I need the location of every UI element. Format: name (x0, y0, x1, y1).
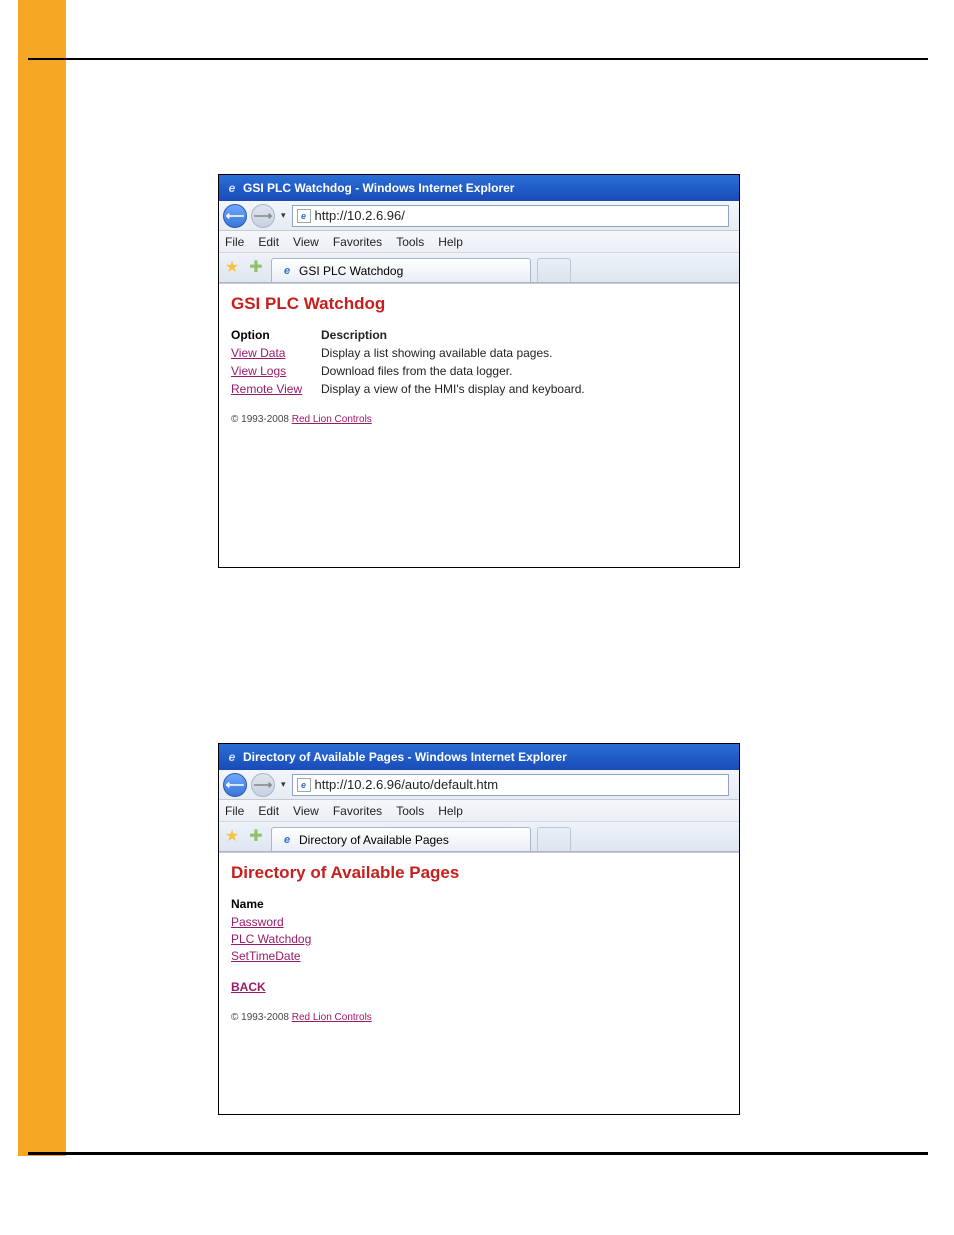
favorites-star-icon[interactable]: ★ (223, 258, 241, 276)
menu-bar: File Edit View Favorites Tools Help (219, 800, 739, 822)
menu-view[interactable]: View (293, 235, 319, 249)
desc-view-data: Display a list showing available data pa… (321, 346, 727, 360)
active-tab[interactable]: e GSI PLC Watchdog (271, 258, 531, 282)
menu-bar: File Edit View Favorites Tools Help (219, 231, 739, 253)
menu-edit[interactable]: Edit (258, 235, 279, 249)
tab-bar: ★ ✚ e GSI PLC Watchdog (219, 253, 739, 283)
name-header: Name (231, 897, 727, 911)
nav-toolbar: ⟵ ⟶ ▾ e http://10.2.6.96/auto/default.ht… (219, 770, 739, 800)
copyright-text: © 1993-2008 (231, 1012, 292, 1023)
desc-remote-view: Display a view of the HMI's display and … (321, 382, 727, 396)
col-description-header: Description (321, 328, 727, 342)
table-row: View Logs Download files from the data l… (231, 364, 727, 378)
copyright: © 1993-2008 Red Lion Controls (231, 414, 727, 425)
link-view-data[interactable]: View Data (231, 346, 285, 360)
menu-view[interactable]: View (293, 804, 319, 818)
window-title: GSI PLC Watchdog - Windows Internet Expl… (243, 181, 514, 195)
menu-help[interactable]: Help (438, 235, 463, 249)
bottom-horizontal-rule (28, 1152, 928, 1155)
link-password[interactable]: Password (231, 915, 284, 929)
tab-label: Directory of Available Pages (299, 833, 449, 847)
favorites-star-icon[interactable]: ★ (223, 827, 241, 845)
sidebar-stripe (18, 0, 66, 1156)
menu-edit[interactable]: Edit (258, 804, 279, 818)
forward-button[interactable]: ⟶ (251, 204, 275, 228)
options-table: Option Description View Data Display a l… (231, 328, 727, 396)
menu-favorites[interactable]: Favorites (333, 235, 382, 249)
active-tab[interactable]: e Directory of Available Pages (271, 827, 531, 851)
titlebar[interactable]: e Directory of Available Pages - Windows… (219, 744, 739, 770)
nav-dropdown-icon[interactable]: ▾ (279, 210, 288, 221)
ie-icon: e (280, 264, 294, 278)
page-content: Directory of Available Pages Name Passwo… (219, 852, 739, 1114)
top-horizontal-rule (28, 58, 928, 60)
menu-tools[interactable]: Tools (396, 804, 424, 818)
ie-icon: e (225, 181, 239, 195)
nav-toolbar: ⟵ ⟶ ▾ e http://10.2.6.96/ (219, 201, 739, 231)
add-favorite-icon[interactable]: ✚ (247, 258, 265, 276)
menu-favorites[interactable]: Favorites (333, 804, 382, 818)
tab-label: GSI PLC Watchdog (299, 264, 403, 278)
link-back[interactable]: BACK (231, 980, 266, 994)
page-list: Name Password PLC Watchdog SetTimeDate B… (231, 897, 727, 994)
back-button[interactable]: ⟵ (223, 204, 247, 228)
forward-button[interactable]: ⟶ (251, 773, 275, 797)
link-plc-watchdog[interactable]: PLC Watchdog (231, 932, 311, 946)
page-icon: e (297, 209, 311, 223)
url-text: http://10.2.6.96/auto/default.htm (315, 777, 499, 792)
address-bar[interactable]: e http://10.2.6.96/auto/default.htm (292, 774, 729, 796)
menu-help[interactable]: Help (438, 804, 463, 818)
table-row: View Data Display a list showing availab… (231, 346, 727, 360)
link-red-lion[interactable]: Red Lion Controls (292, 414, 372, 425)
back-button[interactable]: ⟵ (223, 773, 247, 797)
titlebar[interactable]: e GSI PLC Watchdog - Windows Internet Ex… (219, 175, 739, 201)
table-row: Remote View Display a view of the HMI's … (231, 382, 727, 396)
nav-dropdown-icon[interactable]: ▾ (279, 779, 288, 790)
browser-window-gsi-watchdog: e GSI PLC Watchdog - Windows Internet Ex… (218, 174, 740, 568)
copyright: © 1993-2008 Red Lion Controls (231, 1012, 727, 1023)
copyright-text: © 1993-2008 (231, 414, 292, 425)
menu-file[interactable]: File (225, 804, 244, 818)
url-text: http://10.2.6.96/ (315, 208, 405, 223)
link-red-lion[interactable]: Red Lion Controls (292, 1012, 372, 1023)
link-settimedate[interactable]: SetTimeDate (231, 949, 301, 963)
link-view-logs[interactable]: View Logs (231, 364, 286, 378)
page-content: GSI PLC Watchdog Option Description View… (219, 283, 739, 567)
menu-tools[interactable]: Tools (396, 235, 424, 249)
page-heading: Directory of Available Pages (231, 863, 727, 883)
menu-file[interactable]: File (225, 235, 244, 249)
page-icon: e (297, 778, 311, 792)
link-remote-view[interactable]: Remote View (231, 382, 302, 396)
ie-icon: e (280, 833, 294, 847)
new-tab-button[interactable] (537, 827, 571, 851)
window-title: Directory of Available Pages - Windows I… (243, 750, 567, 764)
new-tab-button[interactable] (537, 258, 571, 282)
add-favorite-icon[interactable]: ✚ (247, 827, 265, 845)
col-option-header: Option (231, 328, 321, 342)
browser-window-directory: e Directory of Available Pages - Windows… (218, 743, 740, 1115)
ie-icon: e (225, 750, 239, 764)
tab-bar: ★ ✚ e Directory of Available Pages (219, 822, 739, 852)
desc-view-logs: Download files from the data logger. (321, 364, 727, 378)
page-heading: GSI PLC Watchdog (231, 294, 727, 314)
address-bar[interactable]: e http://10.2.6.96/ (292, 205, 729, 227)
